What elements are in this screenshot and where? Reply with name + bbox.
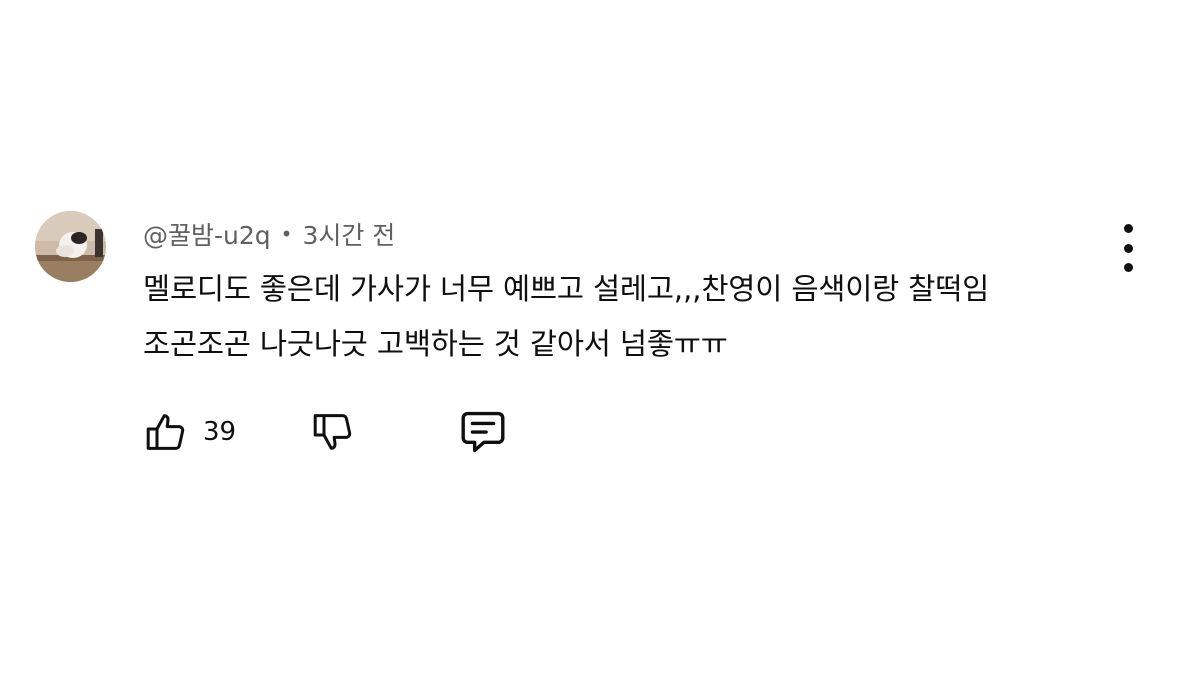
thumbs-down-icon xyxy=(313,414,352,450)
dislike-button[interactable] xyxy=(308,404,356,460)
comment-text: 멜로디도 좋은데 가사가 너무 예쁘고 설레고,,,찬영이 음색이랑 찰떡임 조… xyxy=(143,272,990,361)
like-button[interactable]: 39 xyxy=(141,404,236,460)
avatar-image xyxy=(35,211,106,282)
more-vertical-icon-dot xyxy=(1123,243,1133,253)
comment-timestamp[interactable]: 3시간 전 xyxy=(302,216,395,252)
more-vertical-icon xyxy=(1123,224,1133,233)
separator-dot: • xyxy=(280,222,293,246)
avatar[interactable] xyxy=(35,211,106,282)
like-count: 39 xyxy=(203,417,237,447)
comment-bubble-icon xyxy=(461,411,505,453)
comment-header: @꿀밤-u2q • 3시간 전 xyxy=(143,216,395,252)
thumbs-up-icon xyxy=(146,414,185,450)
author-name[interactable]: @꿀밤-u2q xyxy=(143,216,271,252)
reply-button[interactable] xyxy=(456,404,510,460)
more-options-button[interactable] xyxy=(1110,224,1146,272)
comment-thread: @꿀밤-u2q • 3시간 전 멜로디도 좋은데 가사가 너무 예쁘고 설레고,… xyxy=(0,0,1200,675)
more-vertical-icon-dot xyxy=(1123,263,1133,272)
